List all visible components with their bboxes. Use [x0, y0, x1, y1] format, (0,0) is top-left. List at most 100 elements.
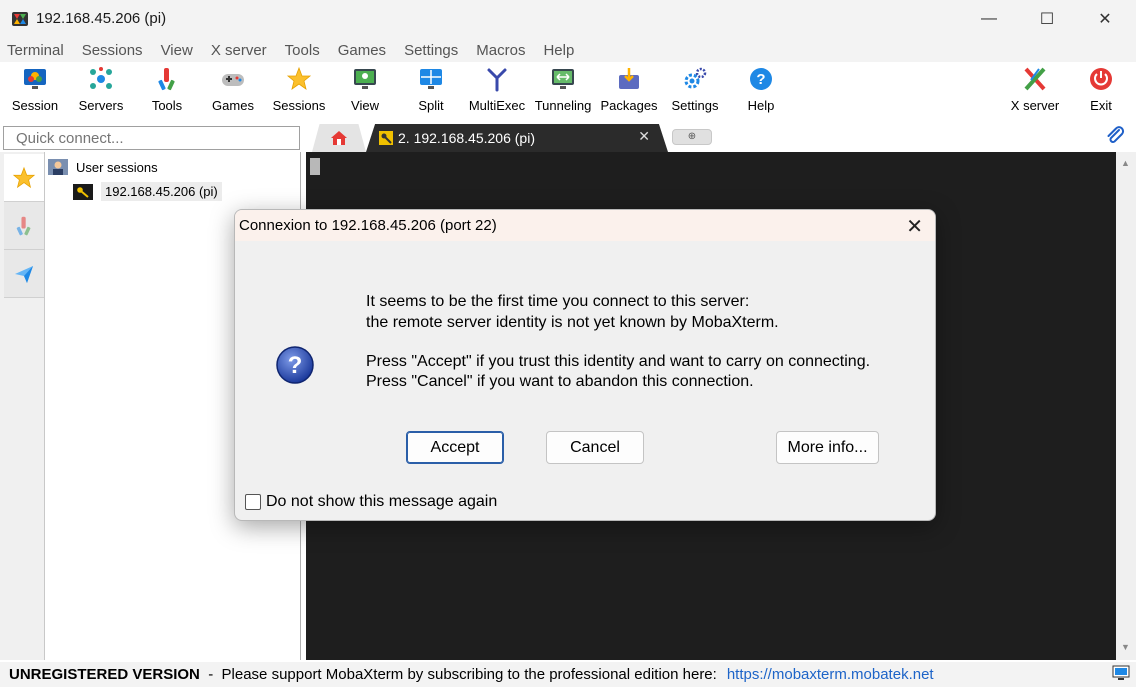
scroll-up-icon[interactable]: ▲ [1121, 158, 1130, 168]
star-icon [12, 166, 36, 188]
more-info-button[interactable]: More info... [776, 431, 879, 464]
toolbar-tools-button[interactable]: Tools [134, 62, 200, 118]
power-icon [1090, 68, 1112, 90]
menu-bar: Terminal Sessions View X server Tools Ga… [0, 38, 1136, 62]
multiexec-icon [487, 68, 507, 92]
send-icon [15, 265, 33, 283]
toolbar-x-server-button[interactable]: X server [1002, 62, 1068, 118]
support-message: - Please support MobaXterm by subscribin… [199, 666, 717, 683]
dont-show-again-row[interactable]: Do not show this message again [245, 493, 497, 511]
tab-session-label: 2. 192.168.45.206 (pi) [398, 130, 535, 146]
x-server-icon [1024, 67, 1046, 91]
tunneling-icon [552, 69, 574, 89]
dont-show-again-label: Do not show this message again [266, 493, 498, 510]
tree-session-label: 192.168.45.206 (pi) [101, 182, 222, 201]
split-icon [420, 69, 442, 89]
toolbar-settings-button[interactable]: Settings [662, 62, 728, 118]
toolbar: Session Servers Tools Games Sessions Vie… [0, 62, 1136, 122]
toolbar-help-label: Help [747, 98, 775, 113]
home-icon [331, 131, 347, 145]
toolbar-packages-button[interactable]: Packages [596, 62, 662, 118]
gear-icon [684, 67, 707, 89]
toolbar-session-label: Session [11, 98, 59, 113]
quick-connect-input[interactable] [3, 126, 300, 150]
key-icon [73, 183, 93, 200]
sidebar-tabs [0, 152, 45, 660]
monitor-icon[interactable] [1112, 665, 1130, 681]
menu-tools[interactable]: Tools [285, 42, 320, 59]
sidebar-tab-tools[interactable] [4, 202, 44, 250]
menu-games[interactable]: Games [338, 42, 386, 59]
maximize-icon: ☐ [1039, 11, 1055, 28]
host-key-dialog: Connexion to 192.168.45.206 (port 22) ✕ … [234, 209, 936, 521]
toolbar-help-button[interactable]: ? Help [728, 62, 794, 118]
dont-show-again-checkbox[interactable] [245, 494, 261, 510]
toolbar-tunneling-button[interactable]: Tunneling [530, 62, 596, 118]
maximize-button[interactable]: ☐ [1018, 0, 1076, 38]
menu-macros[interactable]: Macros [476, 42, 525, 59]
toolbar-multiexec-button[interactable]: MultiExec [464, 62, 530, 118]
dialog-message-line-2: the remote server identity is not yet kn… [366, 314, 779, 331]
dialog-title: Connexion to 192.168.45.206 (port 22) [239, 217, 497, 234]
key-icon [379, 131, 393, 145]
tools-icon [158, 68, 175, 91]
toolbar-session-button[interactable]: Session [2, 62, 68, 118]
sidebar-tab-macros[interactable] [4, 250, 44, 298]
star-icon [286, 66, 312, 90]
terminal-cursor [310, 158, 320, 175]
menu-settings[interactable]: Settings [404, 42, 458, 59]
tab-home[interactable] [312, 124, 366, 152]
toolbar-games-label: Games [212, 98, 254, 113]
toolbar-servers-label: Servers [78, 98, 124, 113]
toolbar-view-button[interactable]: View [332, 62, 398, 118]
new-tab-button[interactable]: ⊕ [672, 129, 712, 145]
toolbar-view-label: View [351, 98, 379, 113]
tab-session-active[interactable]: 2. 192.168.45.206 (pi) ✕ [366, 124, 668, 152]
menu-terminal[interactable]: Terminal [7, 42, 64, 59]
mobatek-link[interactable]: https://mobaxterm.mobatek.net [727, 666, 934, 683]
menu-help[interactable]: Help [543, 42, 574, 59]
toolbar-packages-label: Packages [600, 98, 658, 113]
plus-icon: ⊕ [687, 131, 697, 142]
dialog-message-line-1: It seems to be the first time you connec… [366, 293, 750, 310]
toolbar-settings-label: Settings [671, 98, 719, 113]
toolbar-games-button[interactable]: Games [200, 62, 266, 118]
scroll-down-icon[interactable]: ▼ [1121, 642, 1130, 652]
close-icon: ✕ [1098, 11, 1112, 28]
tab-close-icon[interactable]: ✕ [638, 128, 650, 145]
toolbar-tools-label: Tools [151, 98, 183, 113]
close-window-button[interactable]: ✕ [1076, 0, 1134, 38]
tools-icon [16, 216, 31, 235]
packages-icon [619, 68, 639, 89]
tree-user-sessions[interactable]: User sessions [48, 159, 158, 175]
menu-sessions[interactable]: Sessions [82, 42, 143, 59]
tree-user-sessions-label: User sessions [76, 159, 158, 175]
toolbar-tunneling-label: Tunneling [534, 98, 592, 113]
accept-button[interactable]: Accept [406, 431, 504, 464]
session-icon [24, 69, 46, 89]
toolbar-exit-button[interactable]: Exit [1068, 62, 1134, 118]
toolbar-split-label: Split [418, 98, 444, 113]
menu-x-server[interactable]: X server [211, 42, 267, 59]
dialog-message-line-4: Press "Cancel" if you want to abandon th… [366, 373, 754, 390]
menu-view[interactable]: View [161, 42, 193, 59]
toolbar-split-button[interactable]: Split [398, 62, 464, 118]
tree-session-item[interactable]: 192.168.45.206 (pi) [73, 182, 222, 201]
dialog-close-button[interactable]: ✕ [906, 214, 923, 239]
unregistered-label: UNREGISTERED VERSION [9, 666, 200, 683]
toolbar-sessions-button[interactable]: Sessions [266, 62, 332, 118]
sidebar-tab-sessions[interactable] [4, 154, 44, 202]
dialog-message-line-3: Press "Accept" if you trust this identit… [366, 353, 871, 370]
toolbar-exit-label: Exit [1090, 98, 1112, 113]
status-bar: UNREGISTERED VERSION - Please support Mo… [0, 662, 1136, 687]
minimize-icon: — [981, 10, 997, 27]
question-icon: ? [276, 346, 314, 384]
paperclip-icon[interactable] [1104, 125, 1126, 147]
terminal-scrollbar[interactable]: ▲ ▼ [1116, 152, 1136, 660]
minimize-button[interactable]: — [960, 0, 1018, 38]
tab-strip: 2. 192.168.45.206 (pi) ✕ ⊕ [306, 122, 1136, 152]
games-icon [222, 74, 244, 86]
toolbar-servers-button[interactable]: Servers [68, 62, 134, 118]
cancel-button[interactable]: Cancel [546, 431, 644, 464]
dialog-title-bar: Connexion to 192.168.45.206 (port 22) ✕ [235, 210, 935, 241]
